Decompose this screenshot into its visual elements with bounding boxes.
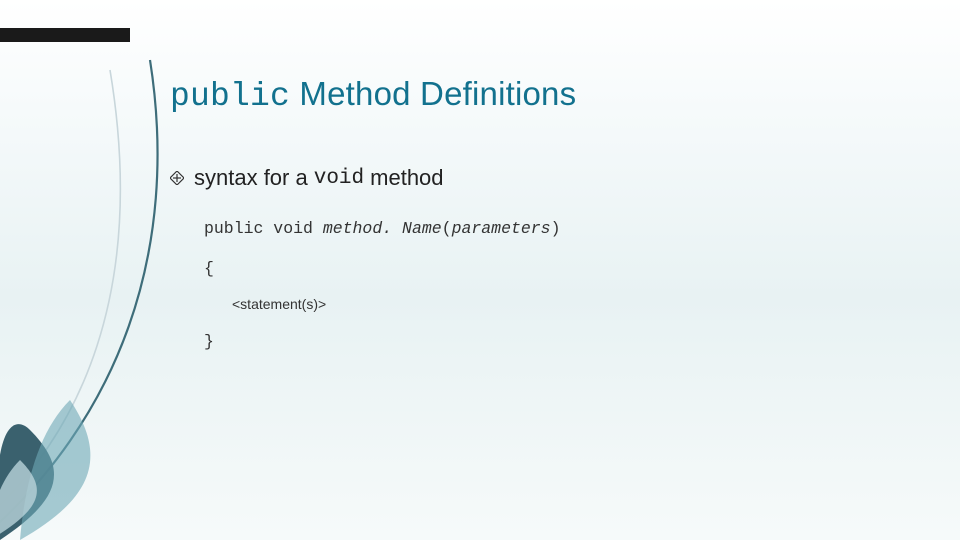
code-signature: public void method. Name(parameters) — [204, 209, 870, 249]
bullet-diamond-icon — [170, 171, 184, 185]
code-sig-params: parameters — [452, 219, 551, 238]
bullet-text-pre: syntax for a — [194, 165, 308, 191]
bullet-text-post: method — [370, 165, 443, 191]
accent-bar — [0, 28, 130, 42]
code-paren-open: ( — [442, 219, 452, 238]
bullet-keyword: void — [314, 167, 364, 190]
code-brace-close: } — [204, 322, 870, 362]
code-statement: <statement(s)> — [204, 288, 870, 322]
code-brace-open: { — [204, 249, 870, 289]
code-sig-pre: public void — [204, 219, 323, 238]
title-keyword: public — [170, 78, 290, 115]
bullet-line: syntax for a void method — [170, 165, 870, 191]
title-text: Method Definitions — [290, 75, 576, 112]
slide-title: public Method Definitions — [170, 75, 576, 115]
code-paren-close: ) — [551, 219, 561, 238]
slide: public Method Definitions syntax for a v… — [0, 0, 960, 540]
code-block: public void method. Name(parameters) { <… — [204, 209, 870, 361]
slide-content: syntax for a void method public void met… — [170, 165, 870, 361]
code-sig-name: method. Name — [323, 219, 442, 238]
